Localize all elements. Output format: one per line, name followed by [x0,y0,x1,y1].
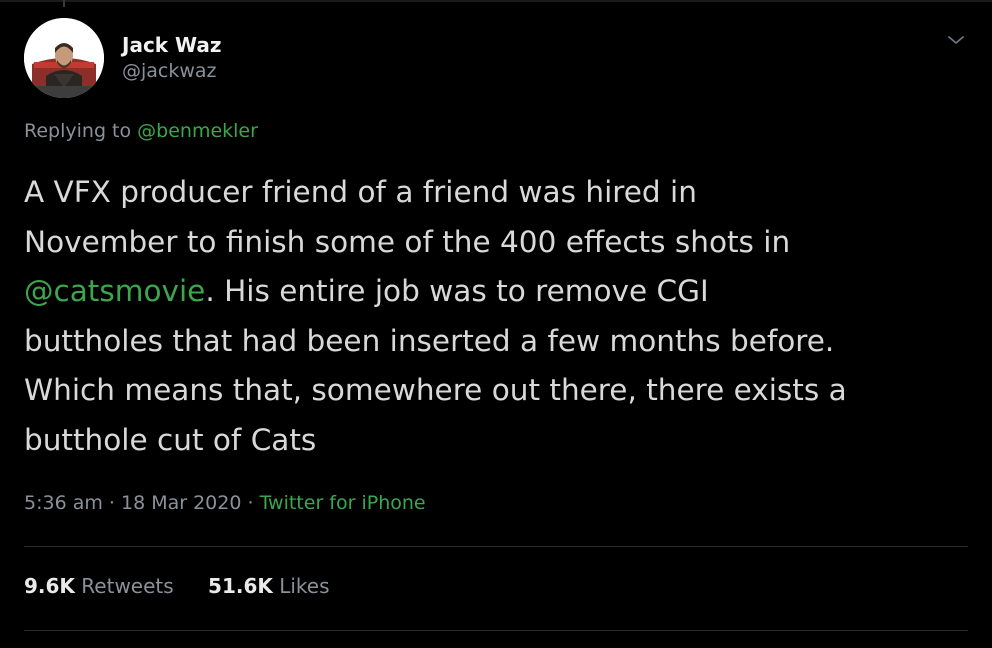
reply-mention-link[interactable]: @benmekler [137,120,258,142]
retweets-label: Retweets [74,574,174,598]
tweet-time[interactable]: 5:36 am [24,492,103,514]
retweets-stat[interactable]: 9.6K Retweets [24,574,174,598]
tweet-meta: 5:36 am · 18 Mar 2020 · Twitter for iPho… [24,492,426,514]
user-info: Jack Waz @jackwaz [122,32,222,84]
likes-label: Likes [272,574,330,598]
tweet-line: Which means that, somewhere out there, t… [24,373,847,407]
likes-stat[interactable]: 51.6K Likes [208,574,330,598]
tweet-source-link[interactable]: Twitter for iPhone [260,492,426,514]
tweet-text: A VFX producer friend of a friend was hi… [24,168,969,465]
tweet-header: Jack Waz @jackwaz [24,18,968,102]
replying-to: Replying to @benmekler [24,120,258,142]
retweets-count: 9.6K [24,574,75,598]
frame-top-border [0,0,992,2]
divider [24,630,968,631]
tweet-line: November to finish some of the 400 effec… [24,224,791,259]
meta-separator: · [241,492,260,514]
tweet-line: A VFX producer friend of a friend was hi… [24,175,697,209]
tweet-line: buttholes that had been inserted a few m… [24,323,835,358]
tweet-date[interactable]: 18 Mar 2020 [121,492,241,514]
profile-photo-icon [24,18,104,98]
frame-tick [63,0,65,7]
divider [24,546,968,547]
tweet-line: . His entire job was to remove CGI [205,274,709,308]
avatar[interactable] [24,18,104,98]
tweet-stats: 9.6K Retweets 51.6K Likes [24,574,358,598]
display-name[interactable]: Jack Waz [122,32,222,58]
replying-to-label: Replying to [24,120,138,142]
user-handle[interactable]: @jackwaz [122,58,222,84]
chevron-down-icon[interactable] [944,28,968,52]
tweet-mention-link[interactable]: @catsmovie [24,274,205,308]
meta-separator: · [102,492,121,514]
tweet-line: butthole cut of Cats [24,422,317,457]
likes-count: 51.6K [208,574,273,598]
